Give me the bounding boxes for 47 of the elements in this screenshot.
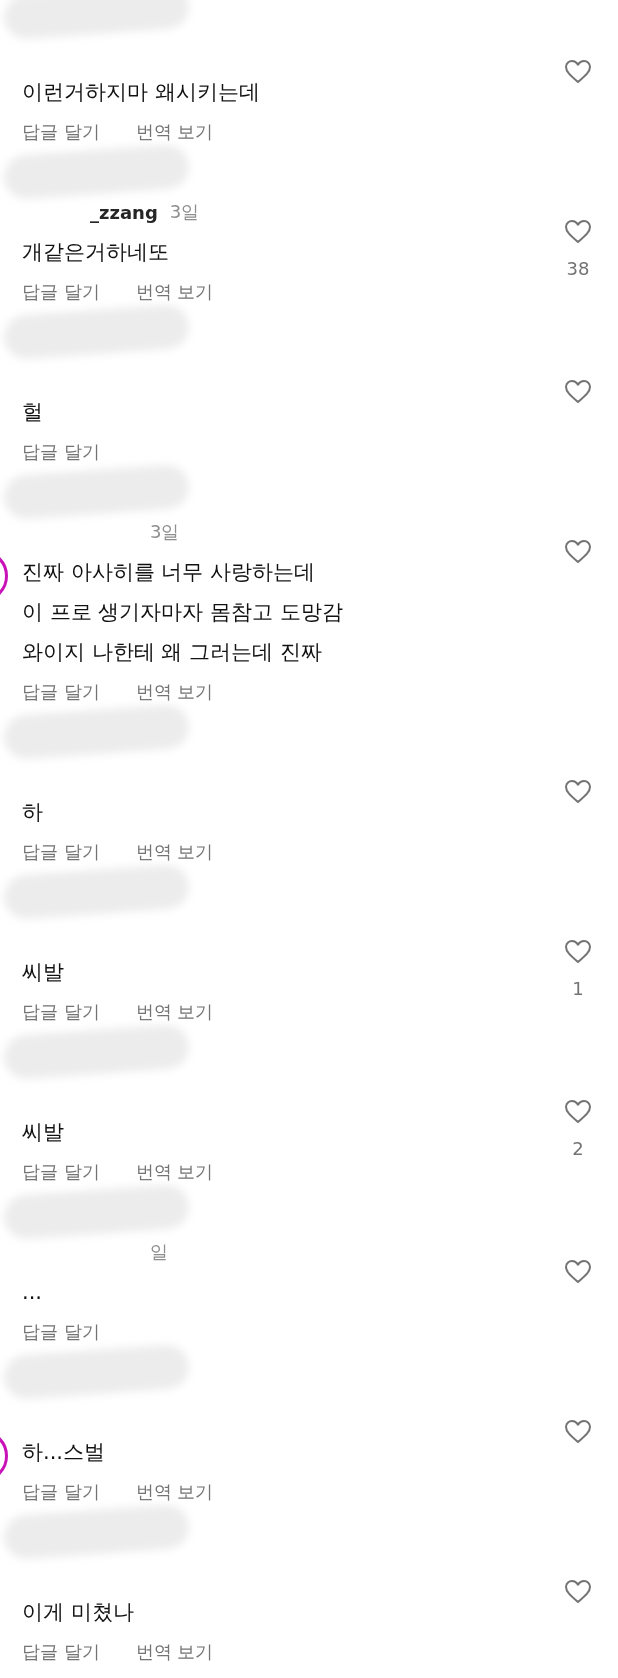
- comment-text: 하...스벌: [22, 1439, 107, 1466]
- like-count: 2: [572, 1138, 584, 1159]
- translate-link[interactable]: 번역 보기: [135, 1640, 214, 1664]
- comment-text: 이 프로 생기자마자 몸참고 도망감: [22, 599, 344, 626]
- comment-text: ...: [22, 1279, 44, 1306]
- comment-text: 개같은거하네또: [22, 239, 170, 266]
- heart-icon[interactable]: [564, 219, 592, 244]
- comment-text: 씨발: [22, 959, 65, 986]
- heart-icon[interactable]: [564, 59, 592, 84]
- reply-link[interactable]: 답글 달기: [22, 440, 100, 464]
- comment-time: 3일: [169, 200, 200, 224]
- reply-link[interactable]: 답글 달기: [22, 1640, 100, 1664]
- reply-link[interactable]: 답글 달기: [22, 280, 100, 304]
- translate-link[interactable]: 번역 보기: [135, 1480, 214, 1504]
- heart-icon[interactable]: [564, 539, 592, 564]
- heart-icon[interactable]: [564, 379, 592, 404]
- heart-icon[interactable]: [564, 1099, 592, 1124]
- heart-icon[interactable]: [564, 939, 592, 964]
- reply-link[interactable]: 답글 달기: [22, 1320, 100, 1344]
- comment-text: 이런거하지마 왜시키는데: [22, 79, 261, 106]
- comment-time: 3일: [150, 520, 180, 544]
- reply-link[interactable]: 답글 달기: [22, 120, 100, 144]
- heart-icon[interactable]: [564, 779, 592, 804]
- reply-link[interactable]: 답글 달기: [22, 1000, 100, 1024]
- reply-link[interactable]: 답글 달기: [22, 1160, 100, 1184]
- like-count: 38: [566, 258, 590, 279]
- reply-link[interactable]: 답글 달기: [22, 840, 100, 864]
- comment-text: 진짜 아사히를 너무 사랑하는데: [22, 559, 317, 586]
- translate-link[interactable]: 번역 보기: [135, 1000, 214, 1024]
- heart-icon[interactable]: [564, 1259, 592, 1284]
- translate-link[interactable]: 번역 보기: [135, 840, 214, 864]
- translate-link[interactable]: 번역 보기: [135, 280, 214, 304]
- comment-text: 헐: [22, 399, 44, 426]
- like-count: 1: [572, 978, 584, 999]
- comment-text: 씨발: [22, 1119, 65, 1146]
- translate-link[interactable]: 번역 보기: [135, 680, 214, 704]
- comment-text: 이게 미쳤나: [22, 1599, 135, 1626]
- heart-icon[interactable]: [564, 1419, 592, 1444]
- reply-link[interactable]: 답글 달기: [22, 680, 100, 704]
- comment-time: 일: [150, 1240, 168, 1264]
- heart-icon[interactable]: [564, 1579, 592, 1604]
- comment-text: 하: [22, 799, 44, 826]
- username[interactable]: _zzang: [90, 201, 158, 223]
- reply-link[interactable]: 답글 달기: [22, 1480, 100, 1504]
- translate-link[interactable]: 번역 보기: [135, 1160, 214, 1184]
- comment-text: 와이지 나한테 왜 그러는데 진짜: [22, 639, 323, 666]
- translate-link[interactable]: 번역 보기: [135, 120, 214, 144]
